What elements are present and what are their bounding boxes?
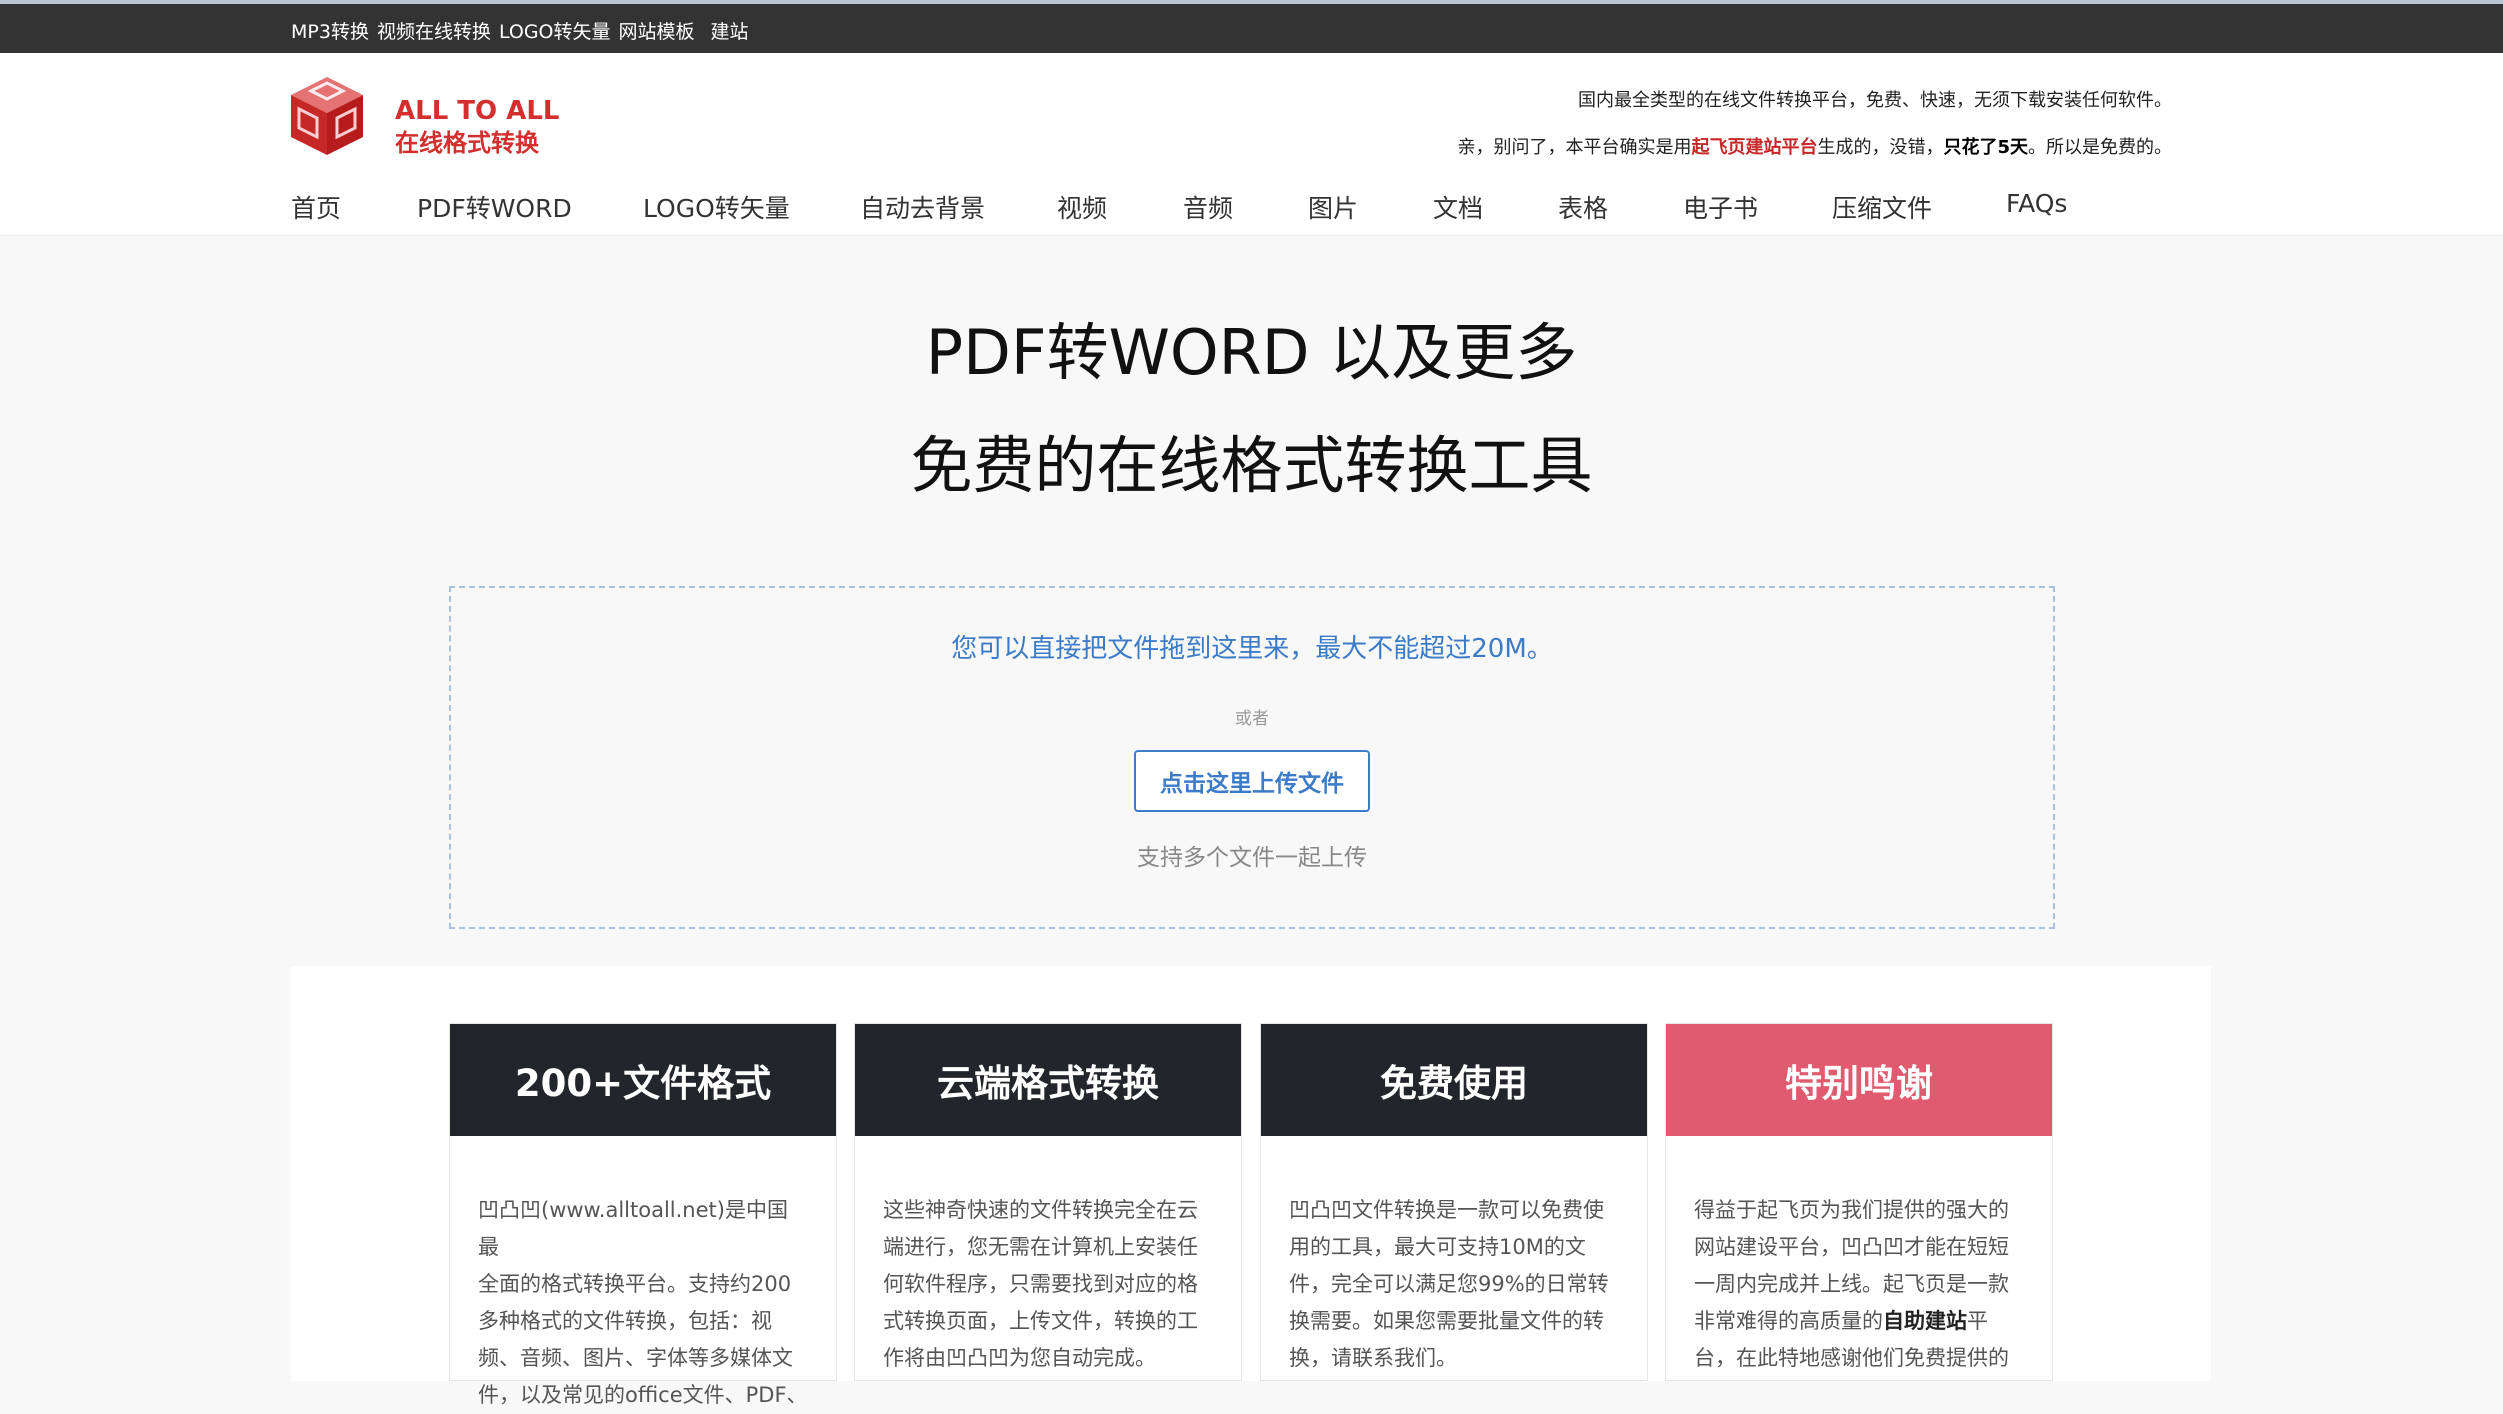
feature-card-text: 凹凸凹文件转换是一款可以免费使 用的工具，最大可支持10M的文 件，完全可以满足… [1261,1136,1647,1377]
feature-line: 全面的格式转换平台。支持约200 [478,1272,792,1296]
brand-en: ALL TO ALL [395,96,560,126]
nav-item-spreadsheet[interactable]: 表格 [1558,189,1683,225]
feature-line: 何软件程序，只需要找到对应的格 [883,1272,1198,1296]
feature-line: 这些神奇快速的文件转换完全在云 [883,1198,1198,1222]
feature-line: 件，以及常见的office文件、PDF、 [478,1383,808,1407]
top-link-build-site[interactable]: 建站 [711,17,749,44]
feature-line: 换，请联系我们。 [1289,1346,1457,1370]
feature-card-title: 200+文件格式 [450,1024,836,1136]
file-drop-zone[interactable]: 您可以直接把文件拖到这里来，最大不能超过20M。 或者 点击这里上传文件 支持多… [449,586,2055,929]
feature-line: 端进行，您无需在计算机上安装任 [883,1235,1198,1259]
top-link-mp3[interactable]: MP3转换 [291,17,369,44]
feature-line-prefix: 非常难得的高质量的 [1694,1309,1883,1333]
feature-card-text: 凹凸凹(www.alltoall.net)是中国最 全面的格式转换平台。支持约2… [450,1136,836,1414]
feature-line: 频、音频、图片、字体等多媒体文 [478,1346,793,1370]
multi-upload-note: 支持多个文件一起上传 [1137,845,1367,871]
drop-hint: 您可以直接把文件拖到这里来，最大不能超过20M。 [951,634,1553,664]
nav-item-logo-vector[interactable]: LOGO转矢量 [643,189,860,225]
top-bar: MP3转换 视频在线转换 LOGO转矢量 网站模板 建站 [0,0,2503,53]
feature-line: 用的工具，最大可支持10M的文 [1289,1235,1586,1259]
feature-card-text: 得益于起飞页为我们提供的强大的 网站建设平台，凹凸凹才能在短短 一周内完成并上线… [1666,1136,2052,1377]
feature-line: 一周内完成并上线。起飞页是一款 [1694,1272,2009,1296]
slogan-line-1: 国内最全类型的在线文件转换平台，免费、快速，无须下载安装任何软件。 [1578,90,2172,111]
slogan2-highlight-link[interactable]: 起飞页建站平台 [1691,137,1817,158]
nav-item-document[interactable]: 文档 [1433,189,1558,225]
nav-item-archive[interactable]: 压缩文件 [1832,189,2006,225]
hero-title: PDF转WORD 以及更多 [925,316,1578,389]
feature-card-text: 这些神奇快速的文件转换完全在云 端进行，您无需在计算机上安装任 何软件程序，只需… [855,1136,1241,1377]
feature-card-title: 特别鸣谢 [1666,1024,2052,1136]
slogan2-bold: 只花了5天 [1943,137,2028,158]
feature-line: 凹凸凹(www.alltoall.net)是中国最 [478,1198,788,1259]
top-link-video[interactable]: 视频在线转换 [377,17,491,44]
feature-line: 式转换页面，上传文件，转换的工 [883,1309,1198,1333]
slogan2-mid: 生成的，没错， [1817,137,1944,158]
hero-subtitle: 免费的在线格式转换工具 [910,429,1593,502]
nav-item-faqs[interactable]: FAQs [2006,189,2086,225]
nav-item-ebook[interactable]: 电子书 [1683,189,1832,225]
feature-card-thanks: 特别鸣谢 得益于起飞页为我们提供的强大的 网站建设平台，凹凸凹才能在短短 一周内… [1665,1023,2053,1381]
feature-line: 得益于起飞页为我们提供的强大的 [1694,1198,2009,1222]
feature-line: 件，完全可以满足您99%的日常转 [1289,1272,1609,1296]
slogan2-prefix: 亲，别问了，本平台确实是用 [1457,137,1692,158]
feature-line: 换需要。如果您需要批量文件的转 [1289,1309,1604,1333]
nav-item-video[interactable]: 视频 [1057,189,1183,225]
feature-card-free: 免费使用 凹凸凹文件转换是一款可以免费使 用的工具，最大可支持10M的文 件，完… [1260,1023,1648,1381]
nav-item-remove-bg[interactable]: 自动去背景 [860,189,1057,225]
nav-item-pdf-to-word[interactable]: PDF转WORD [417,189,643,225]
brand-name[interactable]: ALL TO ALL 在线格式转换 [395,95,559,159]
logo-cube-icon[interactable] [289,75,365,157]
feature-line: 网站建设平台，凹凸凹才能在短短 [1694,1235,2009,1259]
brand-cn: 在线格式转换 [395,129,539,157]
feature-line: 作将由凹凸凹为您自动完成。 [883,1346,1156,1370]
self-build-site-link[interactable]: 自助建站 [1883,1309,1967,1333]
feature-card-cloud: 云端格式转换 这些神奇快速的文件转换完全在云 端进行，您无需在计算机上安装任 何… [854,1023,1242,1381]
slogan2-suffix: 。所以是免费的。 [2028,137,2172,158]
nav-item-home[interactable]: 首页 [291,189,417,225]
feature-line: 凹凸凹文件转换是一款可以免费使 [1289,1198,1604,1222]
main-nav: 首页 PDF转WORD LOGO转矢量 自动去背景 视频 音频 图片 文档 表格… [291,189,2086,225]
feature-line: 非常难得的高质量的自助建站平 [1694,1303,2024,1340]
top-link-logo[interactable]: LOGO转矢量 [499,17,611,44]
feature-card-title: 云端格式转换 [855,1024,1241,1136]
feature-line: 台，在此特地感谢他们免费提供的 [1694,1346,2009,1370]
top-bar-links: MP3转换 视频在线转换 LOGO转矢量 网站模板 建站 [291,17,757,44]
or-label: 或者 [1235,709,1269,729]
upload-file-button[interactable]: 点击这里上传文件 [1134,750,1370,812]
nav-item-audio[interactable]: 音频 [1183,189,1308,225]
top-link-templates[interactable]: 网站模板 [619,17,695,44]
feature-card-title: 免费使用 [1261,1024,1647,1136]
site-header: ALL TO ALL 在线格式转换 国内最全类型的在线文件转换平台，免费、快速，… [0,53,2503,236]
nav-item-image[interactable]: 图片 [1308,189,1433,225]
slogan-line-2: 亲，别问了，本平台确实是用起飞页建站平台生成的，没错，只花了5天。所以是免费的。 [1457,133,2172,159]
feature-card-formats: 200+文件格式 凹凸凹(www.alltoall.net)是中国最 全面的格式… [449,1023,837,1407]
feature-line: 多种格式的文件转换，包括：视 [478,1309,772,1333]
feature-line-suffix: 平 [1967,1309,1988,1333]
